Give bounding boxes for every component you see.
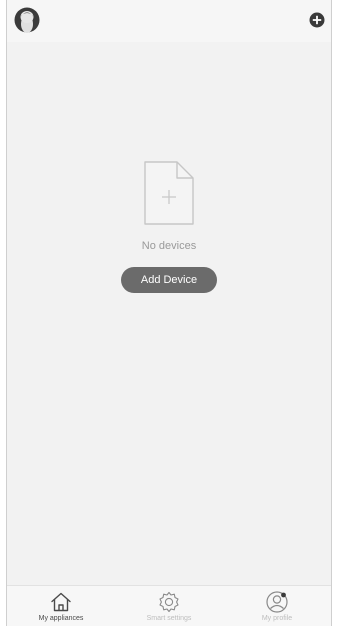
home-icon — [51, 592, 71, 612]
user-avatar-icon[interactable] — [14, 7, 40, 33]
no-devices-label: No devices — [141, 240, 197, 252]
tab-smart-settings[interactable]: Smart settings — [115, 586, 223, 626]
add-circle-icon[interactable] — [309, 12, 325, 28]
add-device-button[interactable]: Add Device — [121, 267, 217, 293]
gear-icon — [159, 591, 179, 613]
tab-label: Smart settings — [146, 615, 192, 622]
tab-my-appliances[interactable]: My appliances — [7, 586, 115, 626]
tab-label: My profile — [261, 615, 293, 622]
bottom-tab-bar: My appliances Smart settings My profile — [7, 585, 331, 626]
top-bar — [7, 0, 331, 42]
tab-my-profile[interactable]: My profile — [223, 586, 331, 626]
tab-label: My appliances — [38, 615, 84, 622]
empty-state: No devices Add Device — [7, 160, 331, 293]
blank-file-plus-icon — [144, 161, 194, 225]
app-screen: No devices Add Device My appliances Smar… — [6, 0, 332, 626]
profile-icon — [266, 591, 288, 613]
